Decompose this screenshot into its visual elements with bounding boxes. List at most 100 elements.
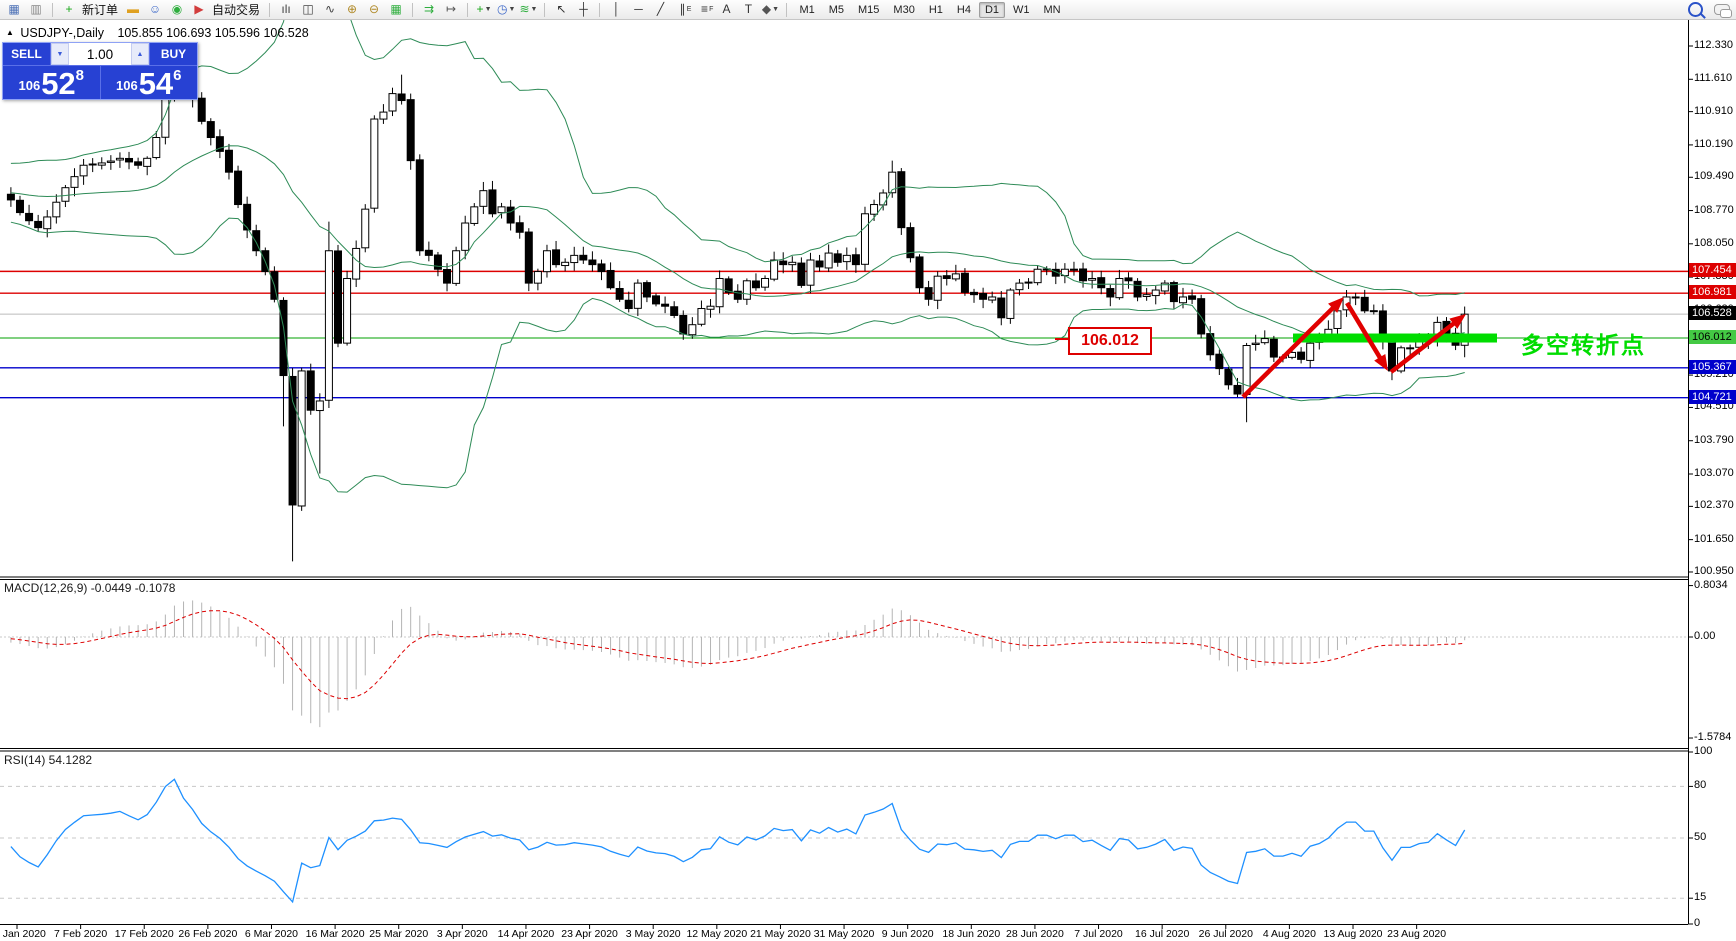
chevron-down-icon: ▼ xyxy=(484,6,492,13)
chart-title: ▲ USDJPY-,Daily 105.855 106.693 105.596 … xyxy=(6,26,309,40)
toolbar-separator xyxy=(412,2,414,17)
trend-arrow-line[interactable] xyxy=(1345,301,1386,365)
chart-svg xyxy=(0,0,1693,929)
zoom-in-icon[interactable]: ⊕ xyxy=(342,0,362,19)
bar-chart-icon[interactable]: ılı xyxy=(276,0,296,19)
candlestick-chart-icon[interactable]: ◫ xyxy=(298,0,318,19)
timeframe-button-d1[interactable]: D1 xyxy=(978,1,1006,18)
price-badge-105.367: 105.367 xyxy=(1689,359,1736,374)
trendline-icon[interactable]: ╱ xyxy=(650,0,670,19)
arrows-icon: ◆ xyxy=(761,2,772,16)
trend-arrow-line[interactable] xyxy=(1241,301,1340,399)
ask-prefix: 106 xyxy=(115,78,138,93)
turning-point-text[interactable]: 多空转折点 xyxy=(1521,326,1646,360)
text-icon[interactable]: A xyxy=(716,0,736,19)
new-order-button[interactable]: + xyxy=(59,0,79,19)
chart-canvas[interactable]: ▲ USDJPY-,Daily 105.855 106.693 105.596 … xyxy=(0,0,1736,941)
fibonacci-icon[interactable]: ≡ F xyxy=(694,0,714,19)
rsi-tick-label: 0 xyxy=(1694,917,1701,929)
cursor-icon[interactable]: ↖ xyxy=(551,0,571,19)
pane-borders xyxy=(0,20,1693,929)
rsi-tick-label: 50 xyxy=(1694,831,1707,843)
price-badge-107.454: 107.454 xyxy=(1689,263,1736,278)
date-tick-label: 23 Aug 2020 xyxy=(1387,928,1447,940)
timeframe-button-mn[interactable]: MN xyxy=(1038,2,1067,18)
timeframe-button-m1[interactable]: M1 xyxy=(793,2,820,18)
metaeditor-icon[interactable]: ☺ xyxy=(145,0,165,19)
line-chart-icon: ∿ xyxy=(325,2,336,16)
crayon-icon[interactable]: ▬ xyxy=(123,0,143,19)
search-icon[interactable] xyxy=(1687,0,1710,19)
volume-decrease-button[interactable]: ▼ xyxy=(51,43,69,65)
vertical-line-icon: │ xyxy=(612,2,621,16)
rsi-tick-label: 100 xyxy=(1694,745,1713,757)
candlestick-chart-icon: ◫ xyxy=(302,2,314,16)
timeframe-button-h4[interactable]: H4 xyxy=(951,2,977,18)
arrows-button[interactable]: ◆ ▼ xyxy=(760,0,780,19)
toolbar-separator xyxy=(269,2,271,17)
text-label-icon[interactable]: T xyxy=(738,0,758,19)
chart-window-icon[interactable]: ▦ xyxy=(4,0,24,19)
toolbar-separator xyxy=(52,2,53,17)
bid-price[interactable]: 106 52 8 xyxy=(3,66,100,99)
symbol-marker-icon: ▲ xyxy=(6,28,14,37)
chart-shift-icon[interactable]: ↦ xyxy=(441,0,461,19)
add-indicator-button[interactable]: + ▼ xyxy=(474,0,494,19)
timeframe-button-m15[interactable]: M15 xyxy=(852,2,885,18)
auto-scroll-icon[interactable]: ⇉ xyxy=(419,0,439,19)
bid-pip-digit: 8 xyxy=(75,67,85,84)
broadcast-icon[interactable]: ◉ xyxy=(167,0,187,19)
macd-tick-label: 0.00 xyxy=(1694,630,1716,642)
periods-button[interactable]: ◷ ▼ xyxy=(496,0,516,19)
date-tick-label: 7 Feb 2020 xyxy=(54,928,108,940)
timeframe-button-m30[interactable]: M30 xyxy=(887,2,920,18)
macd-pane[interactable] xyxy=(0,600,1688,728)
price-tick-label: 109.490 xyxy=(1694,170,1734,183)
bid-prefix: 106 xyxy=(18,78,41,93)
autotrading-button[interactable]: ▶ xyxy=(189,0,209,19)
fibonacci-icon: ≡ xyxy=(700,2,708,16)
timeframe-button-h1[interactable]: H1 xyxy=(923,2,949,18)
price-tick-label: 103.070 xyxy=(1694,466,1734,479)
channel-icon[interactable]: ∥ E xyxy=(672,0,692,19)
vertical-line-icon[interactable]: │ xyxy=(606,0,626,19)
volume-input[interactable]: 1.00 xyxy=(69,43,131,65)
one-click-trade-panel: SELL ▼ 1.00 ▲ BUY 106 52 8 106 54 6 xyxy=(2,42,198,100)
main-pane[interactable] xyxy=(0,0,1688,562)
price-tick-label: 110.190 xyxy=(1694,137,1733,150)
date-tick-label: 16 Mar 2020 xyxy=(305,928,365,940)
date-tick-label: 12 May 2020 xyxy=(686,928,748,940)
channel-icon: ∥ xyxy=(679,2,686,16)
toolbar-separator xyxy=(786,2,788,17)
horizontal-line-icon[interactable]: ─ xyxy=(628,0,648,19)
chat-icon[interactable] xyxy=(1712,0,1732,19)
price-tick-label: 108.050 xyxy=(1694,236,1734,249)
timeframe-button-m5[interactable]: M5 xyxy=(823,2,850,18)
timeframe-button-w1[interactable]: W1 xyxy=(1007,2,1036,18)
search-icon xyxy=(1688,2,1703,17)
sell-button[interactable]: SELL xyxy=(3,43,51,65)
new-order-icon: + xyxy=(65,2,73,16)
profiles-icon[interactable]: ▥ xyxy=(26,0,46,19)
chevron-down-icon: ▼ xyxy=(772,6,780,13)
price-tick-label: 103.790 xyxy=(1694,433,1734,446)
price-tick-label: 102.370 xyxy=(1694,499,1734,512)
price-annotation-box[interactable]: 106.012 xyxy=(1068,327,1152,355)
templates-button[interactable]: ≋ ▼ xyxy=(518,0,538,19)
mt4-window: ▲ USDJPY-,Daily 105.855 106.693 105.596 … xyxy=(0,0,1736,941)
toolbar-separator xyxy=(467,2,469,17)
crosshair-icon[interactable]: ┼ xyxy=(573,0,593,19)
date-tick-label: 25 Mar 2020 xyxy=(369,928,429,940)
zoom-out-icon[interactable]: ⊖ xyxy=(364,0,384,19)
new-order-button-label: 新订单 xyxy=(82,3,119,17)
support-band[interactable] xyxy=(1293,333,1497,343)
volume-increase-button[interactable]: ▲ xyxy=(131,43,149,65)
tile-windows-icon[interactable]: ▦ xyxy=(386,0,406,19)
rsi-pane[interactable] xyxy=(0,778,1688,904)
ask-price[interactable]: 106 54 6 xyxy=(99,66,198,99)
buy-button[interactable]: BUY xyxy=(149,43,197,65)
date-tick-label: 13 Aug 2020 xyxy=(1323,928,1383,940)
price-tick-label: 108.770 xyxy=(1694,203,1734,216)
line-chart-icon[interactable]: ∿ xyxy=(320,0,340,19)
date-tick-label: 3 May 2020 xyxy=(625,928,681,940)
